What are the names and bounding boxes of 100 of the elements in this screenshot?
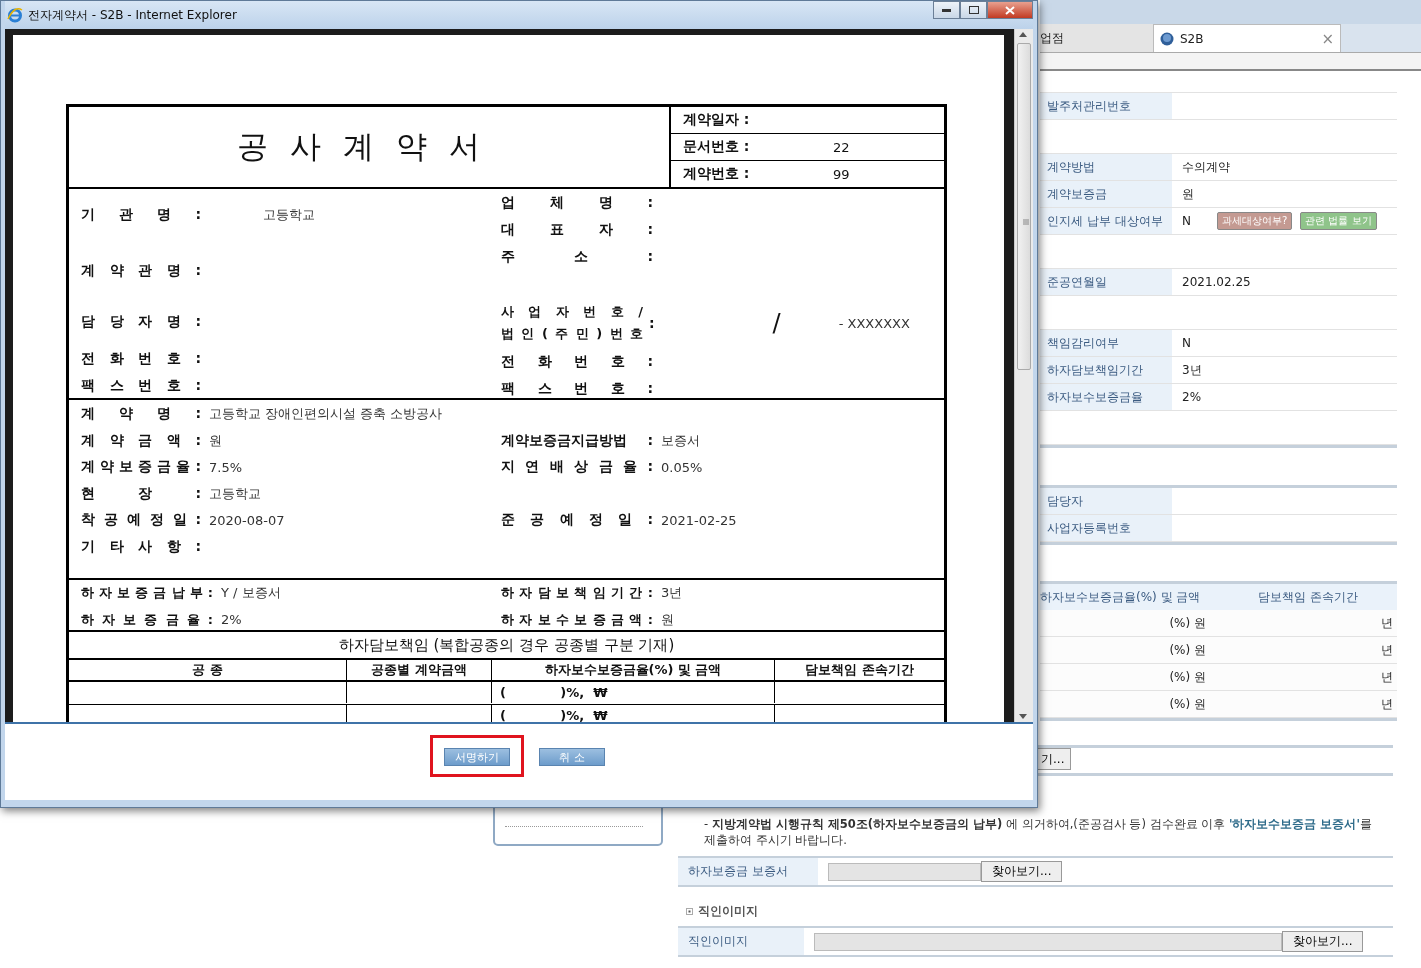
close-button[interactable] [987,1,1033,19]
table-cell-text: 년 [1381,614,1394,632]
table-cell-text: 년 [1381,668,1394,686]
notice-text: - 지방계약법 시행규칙 제50조(하자보수보증금의 납부) 에 의거하여,(준공검사 등) 검수완료 이후 '하자보수보증금 보증서'를 제출하여 주시기 바랍니다. [704,816,1373,848]
field-label: 법 인 ( 주 민 ) 번 호 [501,325,643,343]
field-label: 계약번호 : [683,165,751,183]
field-value: 22 [833,139,850,155]
field-label: 인지세 납부 대상여부 [1040,208,1172,234]
field-value: 고등학교 장애인편의시설 증축 소방공사 [209,405,443,424]
browser-tab[interactable]: S2B × [1153,24,1341,52]
field-label: 담 당 자 명 : [81,312,201,331]
field-label: 대 표 자 : [501,220,653,239]
column-header: 공종별 계약금액 [347,660,492,682]
field-label: 하 자 보 증 금 율 : [81,610,213,629]
field-value: 2% [1182,390,1202,404]
field-label: 착 공 예 정 일 : [81,511,201,530]
field-label: 계약보증금 [1040,181,1172,207]
column-header: 공 종 [69,660,347,682]
minimize-icon [942,8,951,12]
field-label: 계 약 보 증 금 율 : [81,458,201,477]
field-value: N [1182,214,1191,228]
field-value: - XXXXXXX [838,315,910,331]
field-label: 계약일자 : [683,111,751,129]
close-icon [1005,5,1015,15]
field-label: 담당자 [1040,488,1172,514]
field-label: 하 자 담 보 책 임 기 간 : [501,584,653,603]
field-label: 지 연 배 상 금 율 : [501,458,653,477]
field-label: 준 공 예 정 일 : [501,511,653,530]
field-label: 계 약 금 액 : [81,431,201,450]
close-tab-icon[interactable]: × [1321,29,1334,48]
field-label: 전 화 번 호 : [81,349,201,368]
browse-button[interactable]: 찾아보기... [981,861,1063,882]
document-title: 공사계약서 [69,107,671,187]
field-value: / [772,309,781,337]
field-value: 원 [1182,185,1194,203]
field-label: 현 장 : [81,484,201,503]
scroll-thumb[interactable] [1017,43,1031,370]
field-label: 하자보수보증금율 [1040,384,1172,410]
scrollbar[interactable] [1014,29,1033,722]
field-label: 팩 스 번 호 : [501,379,653,398]
field-label: 준공연월일 [1040,269,1172,295]
column-header: 하자보수보증금율(%) 및 금액 [492,660,775,682]
field-value: 원 [661,610,674,629]
field-label: 계약방법 [1040,154,1172,180]
maximize-button[interactable] [960,1,987,19]
field-value: 7.5% [209,459,243,475]
table-cell-text: (%) 원 [1168,668,1206,686]
section-title: 하자담보책임 (복합공종의 경우 공종별 구분 기재) [69,632,944,660]
colon-text: : [649,315,655,331]
field-label: 팩 스 번 호 : [81,376,201,395]
table-cell-text: 년 [1381,695,1394,713]
browser-tab[interactable]: 업점 [1040,24,1153,52]
window-title: 전자계약서 - S2B - Internet Explorer [28,6,237,24]
column-header: 담보책임 존속기간 [1258,588,1358,606]
file-field[interactable] [828,862,981,881]
field-value: 고등학교 [209,484,261,503]
field-value: 99 [833,166,850,182]
field-label: 하자보증금 보증서 [678,858,818,885]
field-value: 2021.02.25 [1182,275,1251,289]
field-label: 업 체 명 : [501,193,653,212]
table-cell-text: (%) 원 [1168,641,1206,659]
bullet-icon [686,908,693,915]
file-field[interactable] [814,932,1282,951]
site-logo-icon [1160,31,1174,46]
field-value: 2% [221,612,242,628]
field-label: 전 화 번 호 : [501,352,653,371]
field-label: 문서번호 : [683,138,751,156]
browse-button[interactable]: 찾아보기... [1282,931,1364,952]
field-value: 2020-08-07 [209,512,285,528]
field-value: 원 [209,431,222,450]
field-label: 직인이미지 [678,928,804,955]
field-value: Y / 보증서 [221,584,281,603]
column-header: 하자보수보증금율(%) 및 금액 [1040,588,1202,606]
minimize-button[interactable] [933,1,960,19]
field-label: 책임감리여부 [1040,330,1172,356]
field-value: 보증서 [661,431,700,450]
table-cell-text: (%) 원 [1168,614,1206,632]
field-label: 사업자등록번호 [1040,515,1172,541]
table-cell-text: 년 [1381,641,1394,659]
field-label: 하자담보책임기간 [1040,357,1172,383]
field-value: 0.05% [661,459,703,475]
table-cell-text: (%) 원 [1168,695,1206,713]
field-label: 발주처관리번호 [1040,93,1172,119]
field-value: N [1182,336,1191,350]
field-label: 계 약 명 : [81,405,201,424]
browser-icon [7,7,23,23]
field-label: 사 업 자 번 호 / [501,303,643,321]
field-label: 기 관 명 : [81,205,201,224]
scroll-down-icon[interactable] [1019,714,1027,719]
column-header: 담보책임 존속기간 [775,660,944,682]
grip-icon [1023,219,1029,225]
field-value: 3년 [661,584,683,603]
field-label: 하 자 보 증 금 납 부 : [81,584,213,603]
field-label: 주 소 : [501,247,653,266]
field-value: 수의계약 [1182,158,1230,176]
field-value: 고등학교 [263,205,315,224]
field-value: 2021-02-25 [661,512,737,528]
scroll-up-icon[interactable] [1019,32,1027,37]
section-heading: 직인이미지 [698,903,758,920]
field-label: 기 타 사 항 : [81,537,201,556]
